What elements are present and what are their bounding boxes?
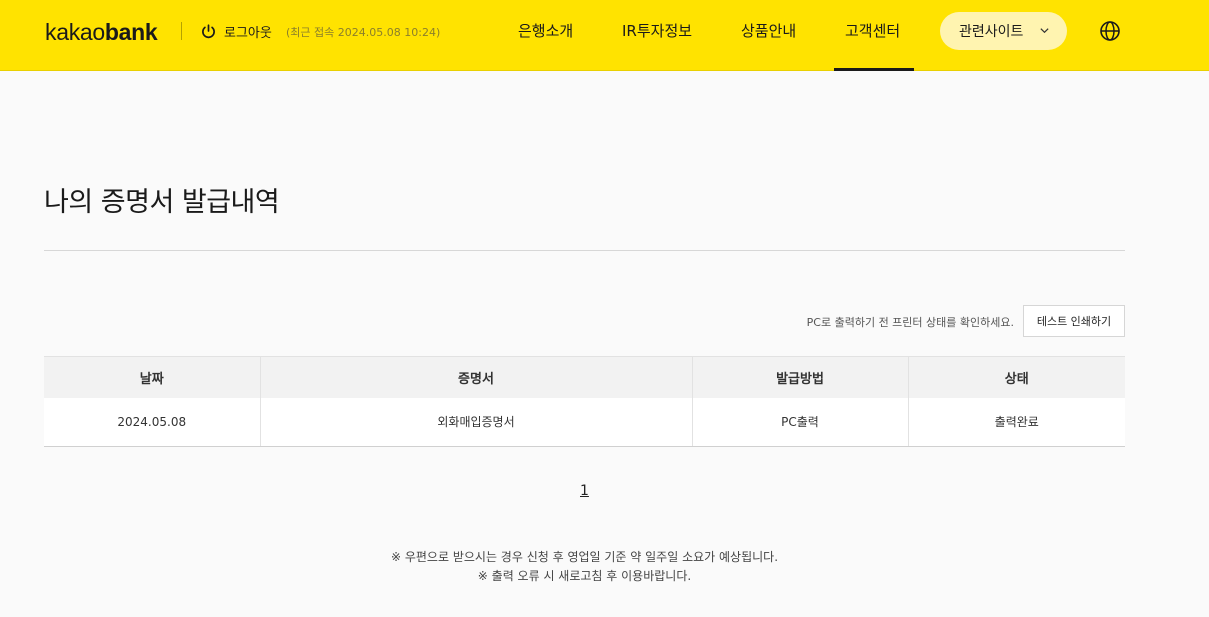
footnote-print-error: ※ 출력 오류 시 새로고침 후 이용바랍니다. bbox=[477, 569, 692, 583]
footnotes: ※ 우편으로 받으시는 경우 신청 후 영업일 기준 약 일주일 소요가 예상됩… bbox=[0, 548, 1169, 586]
header-divider bbox=[181, 22, 182, 40]
nav-item-bank-intro[interactable]: 은행소개 bbox=[518, 20, 573, 42]
title-divider bbox=[44, 250, 1125, 251]
related-sites-label: 관련사이트 bbox=[959, 24, 1024, 40]
logo-part-bank: bank bbox=[104, 19, 158, 45]
certificate-history-table: 날짜 증명서 발급방법 상태 2024.05.08 외화매입증명서 PC출력 출… bbox=[44, 356, 1125, 447]
table-row: 2024.05.08 외화매입증명서 PC출력 출력완료 bbox=[44, 397, 1125, 447]
column-header-date: 날짜 bbox=[44, 356, 260, 398]
column-header-status: 상태 bbox=[907, 356, 1125, 398]
cell-status: 출력완료 bbox=[907, 397, 1125, 447]
cell-certificate: 외화매입증명서 bbox=[259, 397, 692, 447]
test-print-button[interactable]: 테스트 인쇄하기 bbox=[1023, 305, 1125, 337]
logout-label: 로그아웃 bbox=[224, 25, 272, 41]
last-login-info: (최근 접속 2024.05.08 10:24) bbox=[286, 26, 441, 39]
column-header-method: 발급방법 bbox=[691, 356, 908, 398]
nav-item-ir[interactable]: IR투자정보 bbox=[622, 20, 692, 42]
nav-item-customer-center[interactable]: 고객센터 bbox=[845, 20, 900, 42]
pagination-page-1[interactable]: 1 bbox=[580, 483, 589, 499]
logout-button[interactable]: 로그아웃 bbox=[201, 20, 272, 42]
column-header-certificate: 증명서 bbox=[259, 356, 692, 398]
nav-item-products[interactable]: 상품안내 bbox=[741, 20, 796, 42]
cell-date: 2024.05.08 bbox=[44, 397, 260, 447]
print-notice: PC로 출력하기 전 프린터 상태를 확인하세요. bbox=[806, 316, 1014, 329]
chevron-down-icon bbox=[1040, 28, 1049, 34]
table-header-row: 날짜 증명서 발급방법 상태 bbox=[44, 356, 1125, 398]
globe-icon[interactable] bbox=[1099, 20, 1121, 42]
page-title: 나의 증명서 발급내역 bbox=[44, 187, 280, 218]
nav-active-indicator bbox=[834, 68, 914, 71]
cell-method: PC출력 bbox=[691, 397, 908, 447]
kakaobank-logo[interactable]: kakaobank bbox=[45, 18, 158, 46]
power-icon bbox=[202, 23, 215, 38]
footnote-postal: ※ 우편으로 받으시는 경우 신청 후 영업일 기준 약 일주일 소요가 예상됩… bbox=[390, 550, 779, 564]
logo-part-kakao: kakao bbox=[45, 19, 105, 45]
top-header: kakaobank 로그아웃 (최근 접속 2024.05.08 10:24) … bbox=[0, 0, 1209, 71]
related-sites-dropdown[interactable]: 관련사이트 bbox=[940, 12, 1067, 50]
